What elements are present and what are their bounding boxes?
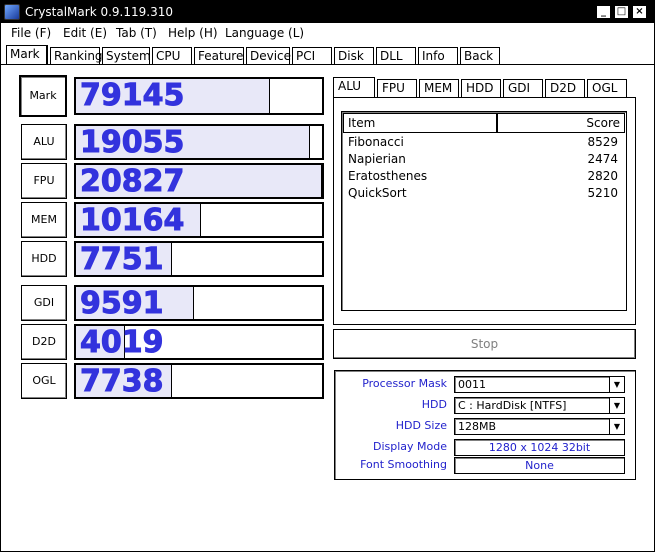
chevron-down-icon[interactable]: ▼ — [609, 419, 624, 434]
hdd-label: HDD — [421, 398, 447, 411]
tab-system[interactable]: System — [102, 47, 151, 65]
mem-score-bar: 10164 — [74, 202, 324, 238]
display-mode-field: 1280 x 1024 32bit — [454, 439, 625, 456]
fpu-score-value: 20827 — [79, 164, 185, 199]
hdd-value: C : HardDisk [NTFS] — [458, 399, 567, 412]
menu-tab[interactable]: Tab (T) — [116, 25, 157, 41]
minimize-button[interactable]: _ — [596, 5, 611, 19]
tab-divider — [1, 64, 654, 65]
tab-mark[interactable]: Mark — [6, 45, 48, 65]
tab-device[interactable]: Device — [246, 47, 291, 65]
chevron-down-icon[interactable]: ▼ — [609, 377, 624, 392]
subtab-gdi[interactable]: GDI — [503, 79, 543, 97]
gdi-button[interactable]: GDI — [21, 285, 67, 321]
item-score: 8529 — [587, 135, 618, 149]
ogl-button[interactable]: OGL — [21, 363, 67, 399]
hdd-size-value: 128MB — [458, 420, 497, 433]
item-name: Eratosthenes — [348, 169, 428, 183]
alu-score-bar: 19055 — [74, 124, 324, 160]
d2d-score-value: 4019 — [80, 325, 164, 360]
subtab-d2d[interactable]: D2D — [545, 79, 585, 97]
gdi-score-value: 9591 — [80, 286, 164, 321]
tab-info[interactable]: Info — [418, 47, 458, 65]
gdi-score-bar: 9591 — [74, 285, 324, 321]
list-item[interactable]: Eratosthenes 2820 — [348, 168, 624, 185]
hdd-score-value: 7751 — [80, 242, 164, 277]
maximize-button[interactable]: □ — [614, 5, 629, 19]
fpu-button[interactable]: FPU — [21, 163, 67, 199]
ogl-score-value: 7738 — [80, 364, 164, 399]
ogl-score-bar: 7738 — [74, 363, 324, 399]
main-tabs: Mark Ranking System CPU Feature Device P… — [1, 45, 654, 65]
hdd-select[interactable]: C : HardDisk [NTFS] ▼ — [454, 397, 625, 414]
main-window: CrystalMark 0.9.119.310 _ □ × File (F) E… — [0, 0, 655, 552]
mem-score-value: 10164 — [79, 203, 185, 238]
fpu-score-bar: 20827 — [74, 163, 324, 199]
window-title: CrystalMark 0.9.119.310 — [25, 5, 173, 19]
list-item[interactable]: Napierian 2474 — [348, 151, 624, 168]
hdd-size-label: HDD Size — [395, 419, 447, 432]
item-score: 5210 — [587, 186, 618, 200]
subtab-hdd[interactable]: HDD — [461, 79, 501, 97]
results-list[interactable]: Item Score Fibonacci 8529 Napierian 2474… — [341, 111, 627, 311]
d2d-score-bar: 4019 — [74, 324, 324, 360]
subtab-fpu[interactable]: FPU — [377, 79, 417, 97]
menu-edit[interactable]: Edit (E) — [63, 25, 107, 41]
font-smoothing-label: Font Smoothing — [360, 458, 447, 471]
menu-file[interactable]: File (F) — [11, 25, 51, 41]
font-smoothing-field: None — [454, 457, 625, 474]
tab-feature[interactable]: Feature — [194, 47, 244, 65]
item-name: Napierian — [348, 152, 406, 166]
stop-button[interactable]: Stop — [333, 329, 636, 359]
column-header-item[interactable]: Item — [343, 113, 497, 133]
menu-language[interactable]: Language (L) — [225, 25, 304, 41]
d2d-button[interactable]: D2D — [21, 324, 67, 360]
chevron-down-icon[interactable]: ▼ — [609, 398, 624, 413]
column-header-score[interactable]: Score — [497, 113, 625, 133]
processor-mask-value: 0011 — [458, 378, 486, 391]
tab-cpu[interactable]: CPU — [152, 47, 192, 65]
item-score: 2820 — [587, 169, 618, 183]
processor-mask-select[interactable]: 0011 ▼ — [454, 376, 625, 393]
list-item[interactable]: QuickSort 5210 — [348, 185, 624, 202]
display-mode-label: Display Mode — [372, 440, 447, 453]
subtab-alu[interactable]: ALU — [333, 77, 375, 97]
item-score: 2474 — [587, 152, 618, 166]
alu-score-value: 19055 — [79, 125, 185, 160]
tab-pci[interactable]: PCI — [292, 47, 332, 65]
mark-score-value: 79145 — [79, 78, 185, 113]
mark-score-bar: 79145 — [74, 77, 324, 115]
app-icon — [4, 4, 20, 20]
tab-back[interactable]: Back — [460, 47, 500, 65]
menu-help[interactable]: Help (H) — [168, 25, 218, 41]
item-name: Fibonacci — [348, 135, 404, 149]
hdd-button[interactable]: HDD — [21, 241, 67, 277]
title-bar: CrystalMark 0.9.119.310 _ □ × — [1, 1, 654, 23]
alu-button[interactable]: ALU — [21, 124, 67, 160]
tab-ranking[interactable]: Ranking — [50, 47, 103, 65]
close-button[interactable]: × — [632, 5, 647, 19]
tab-disk[interactable]: Disk — [334, 47, 374, 65]
tab-dll[interactable]: DLL — [376, 47, 416, 65]
hdd-size-select[interactable]: 128MB ▼ — [454, 418, 625, 435]
mark-button[interactable]: Mark — [19, 75, 67, 117]
detail-tabs: ALU FPU MEM HDD GDI D2D OGL — [333, 77, 636, 99]
list-item[interactable]: Fibonacci 8529 — [348, 134, 624, 151]
menu-bar: File (F) Edit (E) Tab (T) Help (H) Langu… — [1, 23, 654, 43]
subtab-ogl[interactable]: OGL — [587, 79, 627, 97]
item-name: QuickSort — [348, 186, 407, 200]
subtab-mem[interactable]: MEM — [419, 79, 459, 97]
mem-button[interactable]: MEM — [21, 202, 67, 238]
processor-mask-label: Processor Mask — [362, 377, 447, 390]
hdd-score-bar: 7751 — [74, 241, 324, 277]
